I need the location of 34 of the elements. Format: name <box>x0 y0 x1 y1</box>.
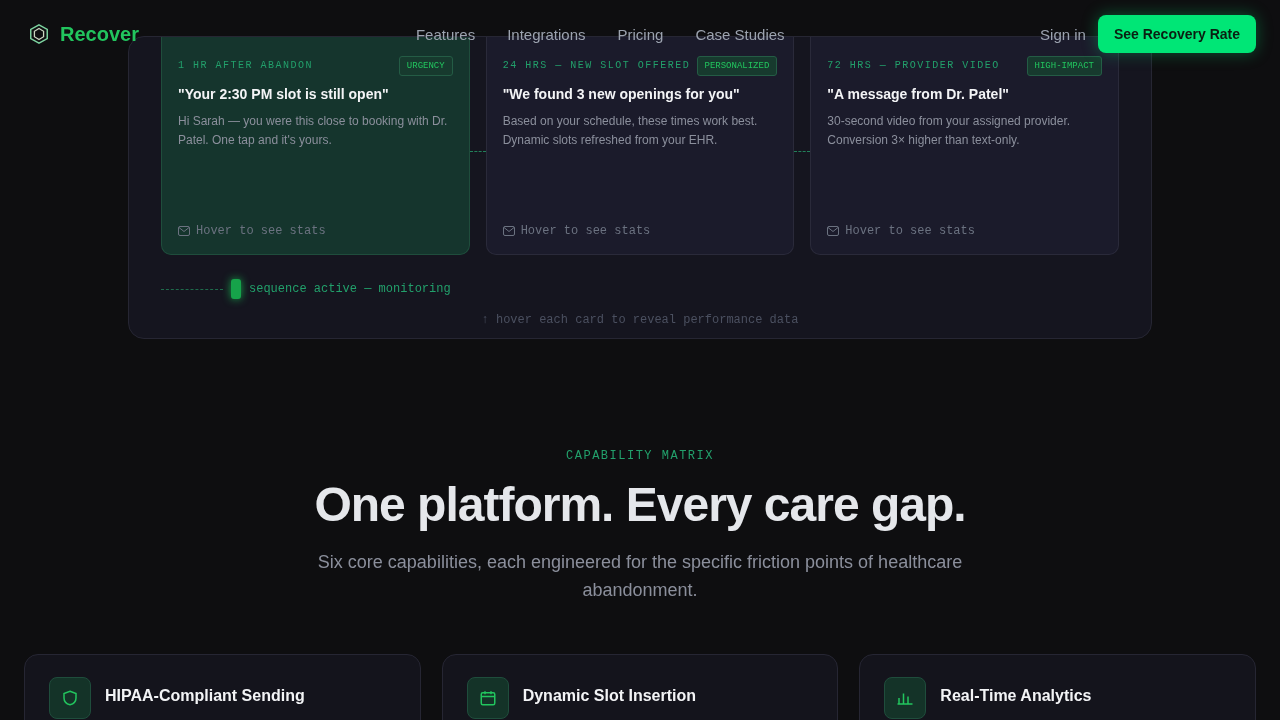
shield-icon <box>61 689 79 707</box>
connector-line <box>469 151 486 152</box>
see-recovery-rate-button[interactable]: See Recovery Rate <box>1097 15 1256 53</box>
hexagon-logo-icon <box>28 23 50 45</box>
status-text: sequence active — monitoring <box>249 282 451 296</box>
timing-label: 72 HRS — PROVIDER VIDEO <box>827 60 1000 71</box>
dashed-line <box>161 288 223 290</box>
message-body: Based on your schedule, these times work best. Dynamic slots refreshed from your EHR. <box>502 113 759 149</box>
capability-title: Real-Time Analytics <box>940 687 1092 705</box>
capability-title: Dynamic Slot Insertion <box>522 687 697 705</box>
timing-label: 1 HR AFTER ABANDON <box>178 60 314 71</box>
envelope-icon <box>178 226 190 236</box>
message-title: "Your 2:30 PM slot is still open" <box>178 86 390 102</box>
message-body: Hi Sarah — you were this close to booking with Dr. Patel. One tap and it's yours. <box>178 113 449 149</box>
message-title: "A message from Dr. Patel" <box>827 86 1010 102</box>
envelope-icon <box>502 226 515 236</box>
hint-text: ↑ hover each card to reveal performance data <box>480 313 800 327</box>
section-heading: One platform. Every care gap. <box>313 477 967 532</box>
status-indicator <box>231 279 241 299</box>
tag-badge: PERSONALIZED <box>696 56 778 76</box>
hover-hint: Hover to see stats <box>520 224 651 238</box>
hover-hint: Hover to see stats <box>196 224 326 238</box>
tag-badge: URGENCY <box>398 56 453 76</box>
message-title: "We found 3 new openings for you" <box>502 86 741 102</box>
capability-title: HIPAA-Compliant Sending <box>105 687 305 705</box>
tag-badge: HIGH-IMPACT <box>1026 56 1102 76</box>
section-subtitle: Six core capabilities, each engineered for the specific friction points of healthcare abandonment. <box>316 551 964 602</box>
hover-hint: Hover to see stats <box>845 224 975 238</box>
envelope-icon <box>827 226 840 236</box>
section-eyebrow: CAPABILITY MATRIX <box>565 449 715 463</box>
brand-name[interactable]: Recover <box>60 22 139 46</box>
timing-label: 24 HRS — NEW SLOT OFFERED <box>502 60 691 71</box>
calendar-icon <box>478 689 497 707</box>
message-body: 30-second video from your assigned provider. Conversion 3× higher than text-only. <box>827 113 1072 149</box>
